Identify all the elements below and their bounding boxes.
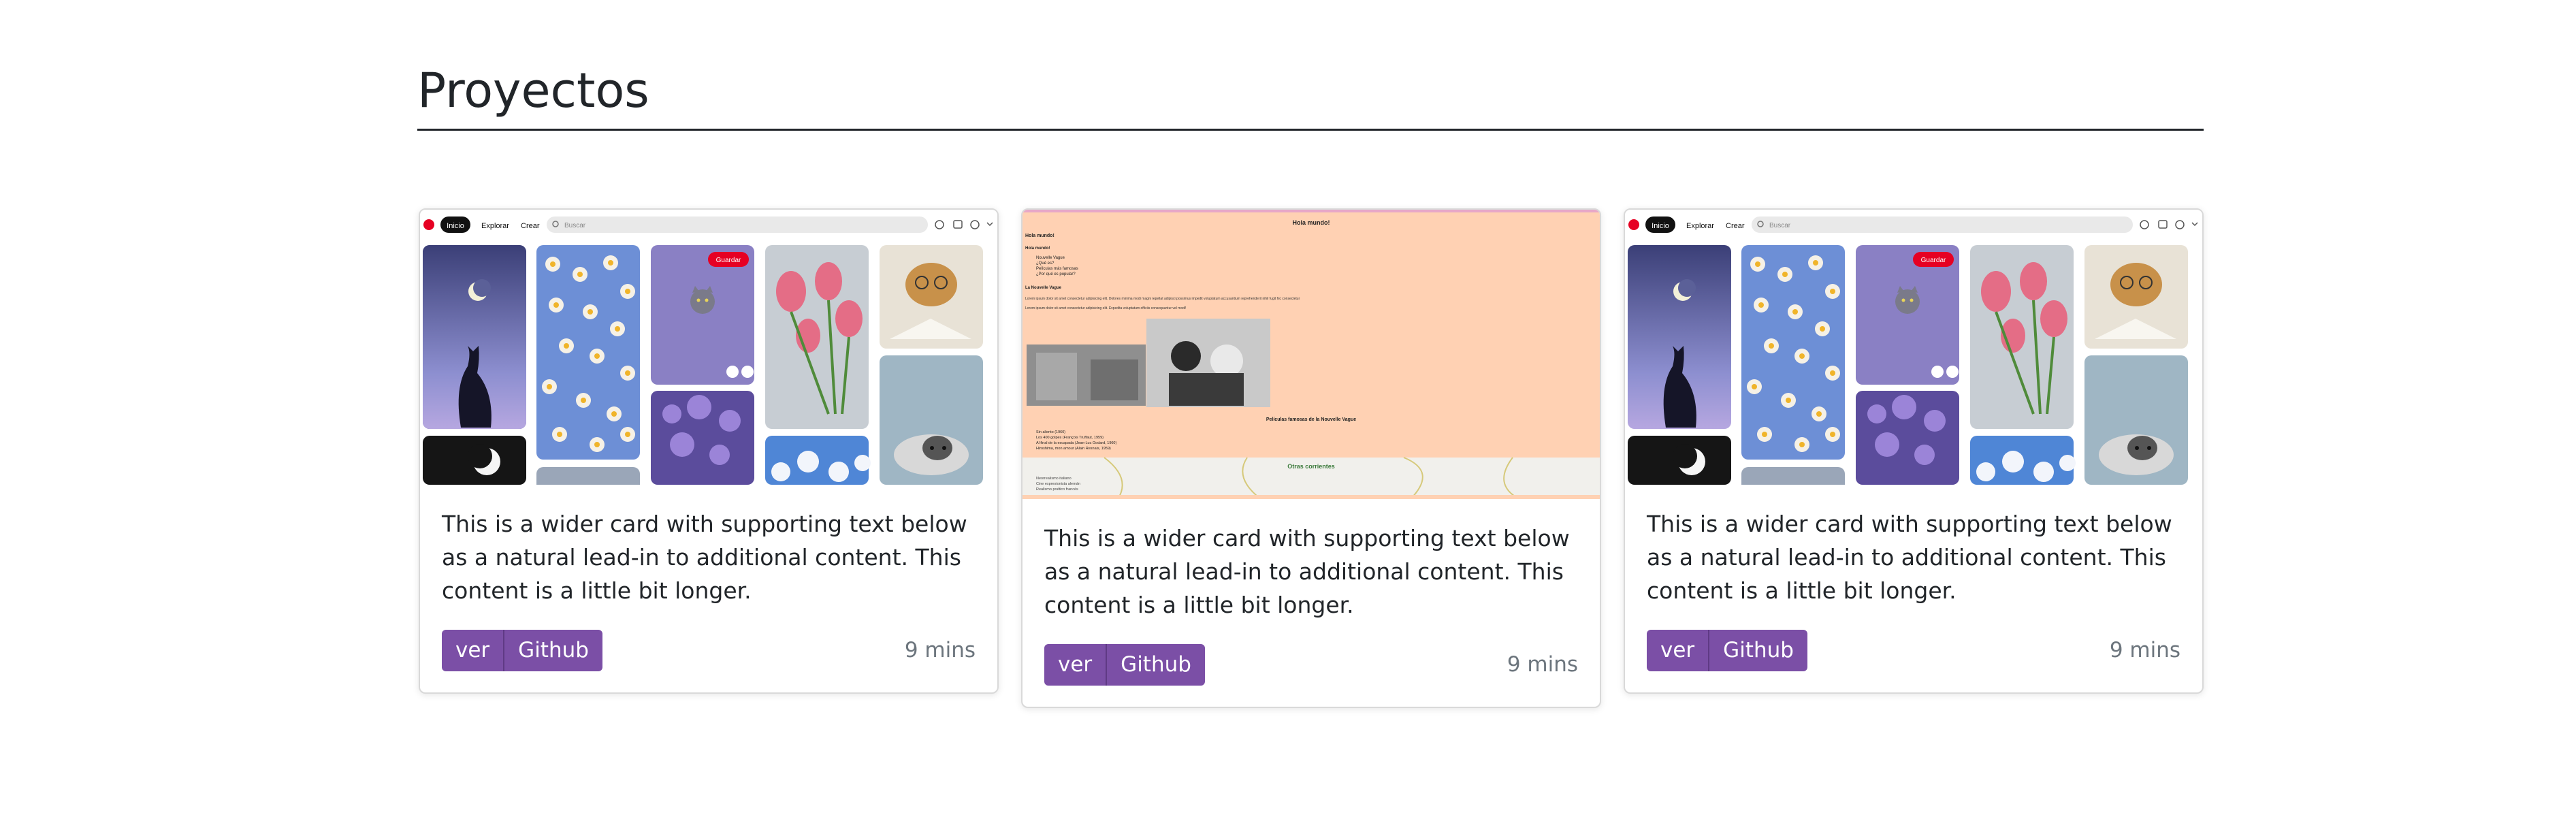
card-description: This is a wider card with supporting tex… bbox=[442, 511, 967, 604]
other-title: Otras corrientes bbox=[1287, 463, 1335, 470]
github-button[interactable]: Github bbox=[1708, 630, 1807, 671]
search-placeholder: Buscar bbox=[1769, 222, 1791, 229]
nav-explore: Explorar bbox=[1686, 222, 1714, 230]
read-time: 9 mins bbox=[2109, 638, 2180, 662]
title-divider bbox=[417, 129, 2204, 131]
web-line-2: Hola mundo! bbox=[1025, 246, 1050, 251]
web-bullet: ¿Qué es? bbox=[1036, 261, 1054, 266]
search-bar bbox=[547, 217, 928, 233]
save-badge: Guardar bbox=[716, 257, 741, 264]
section-title: Proyectos bbox=[417, 63, 649, 118]
pinterest-screenshot: Inicio Explorar Crear Buscar Guardar bbox=[1625, 210, 2202, 485]
card-description: This is a wider card with supporting tex… bbox=[1044, 525, 1570, 618]
nav-create: Crear bbox=[1726, 222, 1745, 230]
read-time: 9 mins bbox=[1507, 652, 1578, 677]
view-button[interactable]: ver bbox=[1044, 644, 1106, 686]
nav-create: Crear bbox=[521, 222, 540, 230]
projects-page: Proyectos Inicio Explorar Crear Buscar G… bbox=[0, 0, 2576, 817]
web-paragraph-1: Lorem ipsum dolor sit amet consectetur a… bbox=[1025, 297, 1300, 301]
nav-home: Inicio bbox=[447, 222, 464, 230]
other-item: Realismo poético francés bbox=[1036, 487, 1078, 492]
films-title: Películas famosas de la Nouvelle Vague bbox=[1266, 417, 1356, 422]
project-card-1: Inicio Explorar Crear Buscar Guardar Thi… bbox=[419, 208, 999, 694]
nouvelle-vague-screenshot: Hola mundo! Hola mundo! Hola mundo! Nouv… bbox=[1023, 210, 1600, 499]
search-placeholder: Buscar bbox=[564, 222, 586, 229]
film-item: Al final de la escapada (Jean-Luc Godard… bbox=[1036, 441, 1116, 445]
web-paragraph-2: Lorem ipsum dolor sit amet consectetur a… bbox=[1025, 306, 1186, 310]
web-subheading: La Nouvelle Vague bbox=[1025, 286, 1062, 290]
view-button[interactable]: ver bbox=[442, 630, 504, 671]
nav-explore: Explorar bbox=[481, 222, 509, 230]
project-card-2: Hola mundo! Hola mundo! Hola mundo! Nouv… bbox=[1021, 208, 1601, 708]
card-button-group: ver Github bbox=[1647, 630, 1807, 671]
pinterest-screenshot: Inicio Explorar Crear Buscar Guardar bbox=[420, 210, 997, 485]
card-button-group: ver Github bbox=[1044, 644, 1205, 686]
web-heading: Hola mundo! bbox=[1293, 219, 1330, 226]
pinterest-logo-icon bbox=[423, 219, 434, 230]
web-line-1: Hola mundo! bbox=[1025, 234, 1054, 238]
read-time: 9 mins bbox=[904, 638, 976, 662]
save-badge: Guardar bbox=[1921, 257, 1946, 264]
other-item: Cine expresionista alemán bbox=[1036, 482, 1080, 486]
web-bullet: ¿Por qué es popular? bbox=[1036, 272, 1076, 276]
film-item: Hiroshima, mon amour (Alain Resnais, 195… bbox=[1036, 447, 1111, 451]
film-item: Sin aliento (1960) bbox=[1036, 430, 1065, 434]
card-button-group: ver Github bbox=[442, 630, 602, 671]
project-card-3: Inicio Explorar Crear Buscar Guardar Thi… bbox=[1624, 208, 2204, 694]
nav-home: Inicio bbox=[1652, 222, 1669, 230]
card-image-nouvelle-vague[interactable]: Hola mundo! Hola mundo! Hola mundo! Nouv… bbox=[1023, 210, 1600, 499]
card-image-pinterest-clone[interactable]: Inicio Explorar Crear Buscar Guardar bbox=[1625, 210, 2202, 485]
web-bullet: Películas más famosas bbox=[1036, 267, 1078, 271]
pinterest-logo-icon bbox=[1628, 219, 1639, 230]
card-description: This is a wider card with supporting tex… bbox=[1647, 511, 2172, 604]
github-button[interactable]: Github bbox=[503, 630, 602, 671]
view-button[interactable]: ver bbox=[1647, 630, 1709, 671]
github-button[interactable]: Github bbox=[1106, 644, 1205, 686]
search-bar bbox=[1752, 217, 2133, 233]
web-bullet: Nouvelle Vague bbox=[1036, 256, 1065, 260]
other-item: Neorrealismo italiano bbox=[1036, 477, 1072, 481]
film-item: Los 400 golpes (François Truffaut, 1959) bbox=[1036, 436, 1104, 440]
card-image-pinterest-clone[interactable]: Inicio Explorar Crear Buscar Guardar bbox=[420, 210, 997, 485]
